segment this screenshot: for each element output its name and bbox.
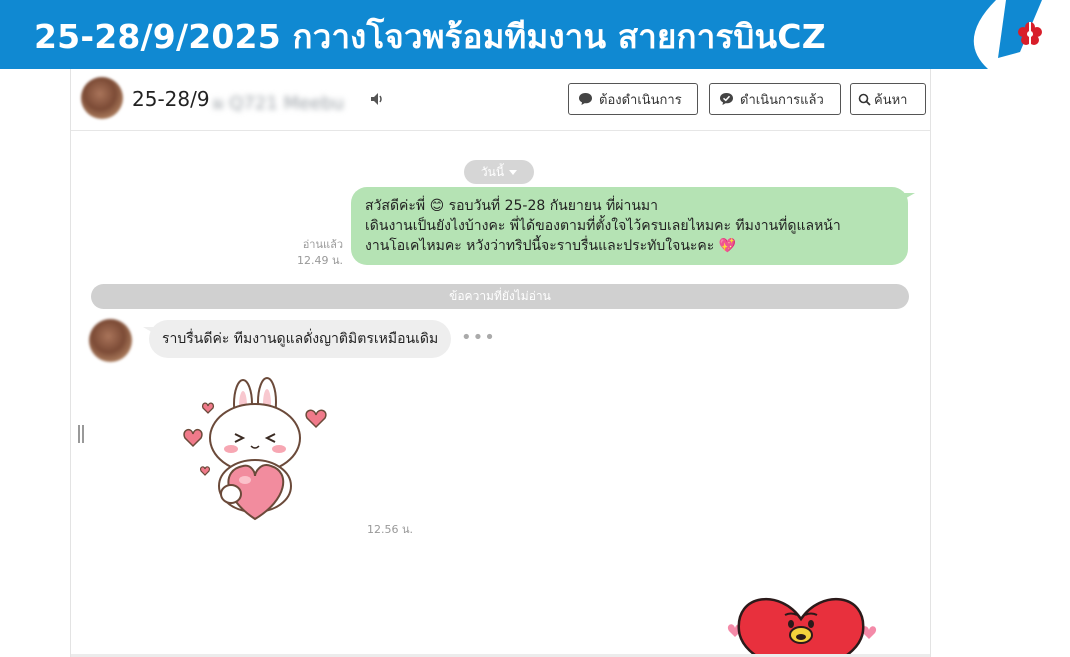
outgoing-message-line: งานโอเคไหมคะ หวังว่าทริปนี้จะราบรื่นและป… xyxy=(365,238,737,254)
bunny-heart-sticker[interactable] xyxy=(171,374,336,528)
date-pill-label: วันนี้ xyxy=(480,164,505,179)
chat-title-blurred: ผ Q721 Meebu xyxy=(213,93,345,114)
date-pill[interactable]: วันนี้ xyxy=(464,160,534,184)
top-banner: 25-28/9/2025 กวางโจวพร้อมทีมงาน สายการบิ… xyxy=(0,0,1070,69)
more-options-icon[interactable]: ••• xyxy=(461,327,496,348)
done-button[interactable]: ดำเนินการแล้ว xyxy=(709,83,841,115)
chat-title: 25-28/9 xyxy=(132,87,210,111)
search-button[interactable]: ค้นหา xyxy=(850,83,926,115)
todo-button-label: ต้องดำเนินการ xyxy=(599,92,682,108)
todo-button[interactable]: ต้องดำเนินการ xyxy=(568,83,698,115)
incoming-message-text: ราบรื่นดีค่ะ ทีมงานดูแลดั่งญาติมิตรเหมือ… xyxy=(162,331,439,347)
banner-title: 25-28/9/2025 กวางโจวพร้อมทีมงาน สายการบิ… xyxy=(34,17,826,56)
sticker-timestamp: 12.56 น. xyxy=(367,523,414,536)
red-heart-character-sticker[interactable] xyxy=(711,559,891,657)
kapok-flower-logo-icon xyxy=(958,0,1070,69)
outgoing-message-line: สวัสดีค่ะพี่ 😊 รอบวันที่ 25-28 กันยายน ท… xyxy=(365,198,658,214)
unread-divider: ข้อความที่ยังไม่อ่าน xyxy=(91,284,909,309)
chat-check-icon xyxy=(720,93,733,105)
outgoing-message[interactable]: สวัสดีค่ะพี่ 😊 รอบวันที่ 25-28 กันยายน ท… xyxy=(351,187,908,265)
incoming-message[interactable]: ราบรื่นดีค่ะ ทีมงานดูแลดั่งญาติมิตรเหมือ… xyxy=(149,320,452,358)
speaker-icon[interactable] xyxy=(369,91,385,111)
avatar[interactable] xyxy=(81,77,123,119)
chat-panel: 25-28/9 ผ Q721 Meebu ต้องดำเนินการ ดำเนิ… xyxy=(70,69,931,657)
chat-bubble-icon xyxy=(579,93,592,105)
chat-header: 25-28/9 ผ Q721 Meebu ต้องดำเนินการ ดำเนิ… xyxy=(71,69,930,131)
outgoing-timestamp: 12.49 น. xyxy=(296,254,343,267)
resize-handle[interactable] xyxy=(78,425,86,443)
search-button-label: ค้นหา xyxy=(874,92,908,108)
outgoing-message-line: เดินงานเป็นยังไงบ้างคะ พี่ได้ของตามที่ตั… xyxy=(365,218,841,234)
sender-avatar[interactable] xyxy=(89,319,132,362)
search-icon xyxy=(858,93,871,106)
chevron-down-icon xyxy=(509,169,518,175)
done-button-label: ดำเนินการแล้ว xyxy=(740,92,824,108)
